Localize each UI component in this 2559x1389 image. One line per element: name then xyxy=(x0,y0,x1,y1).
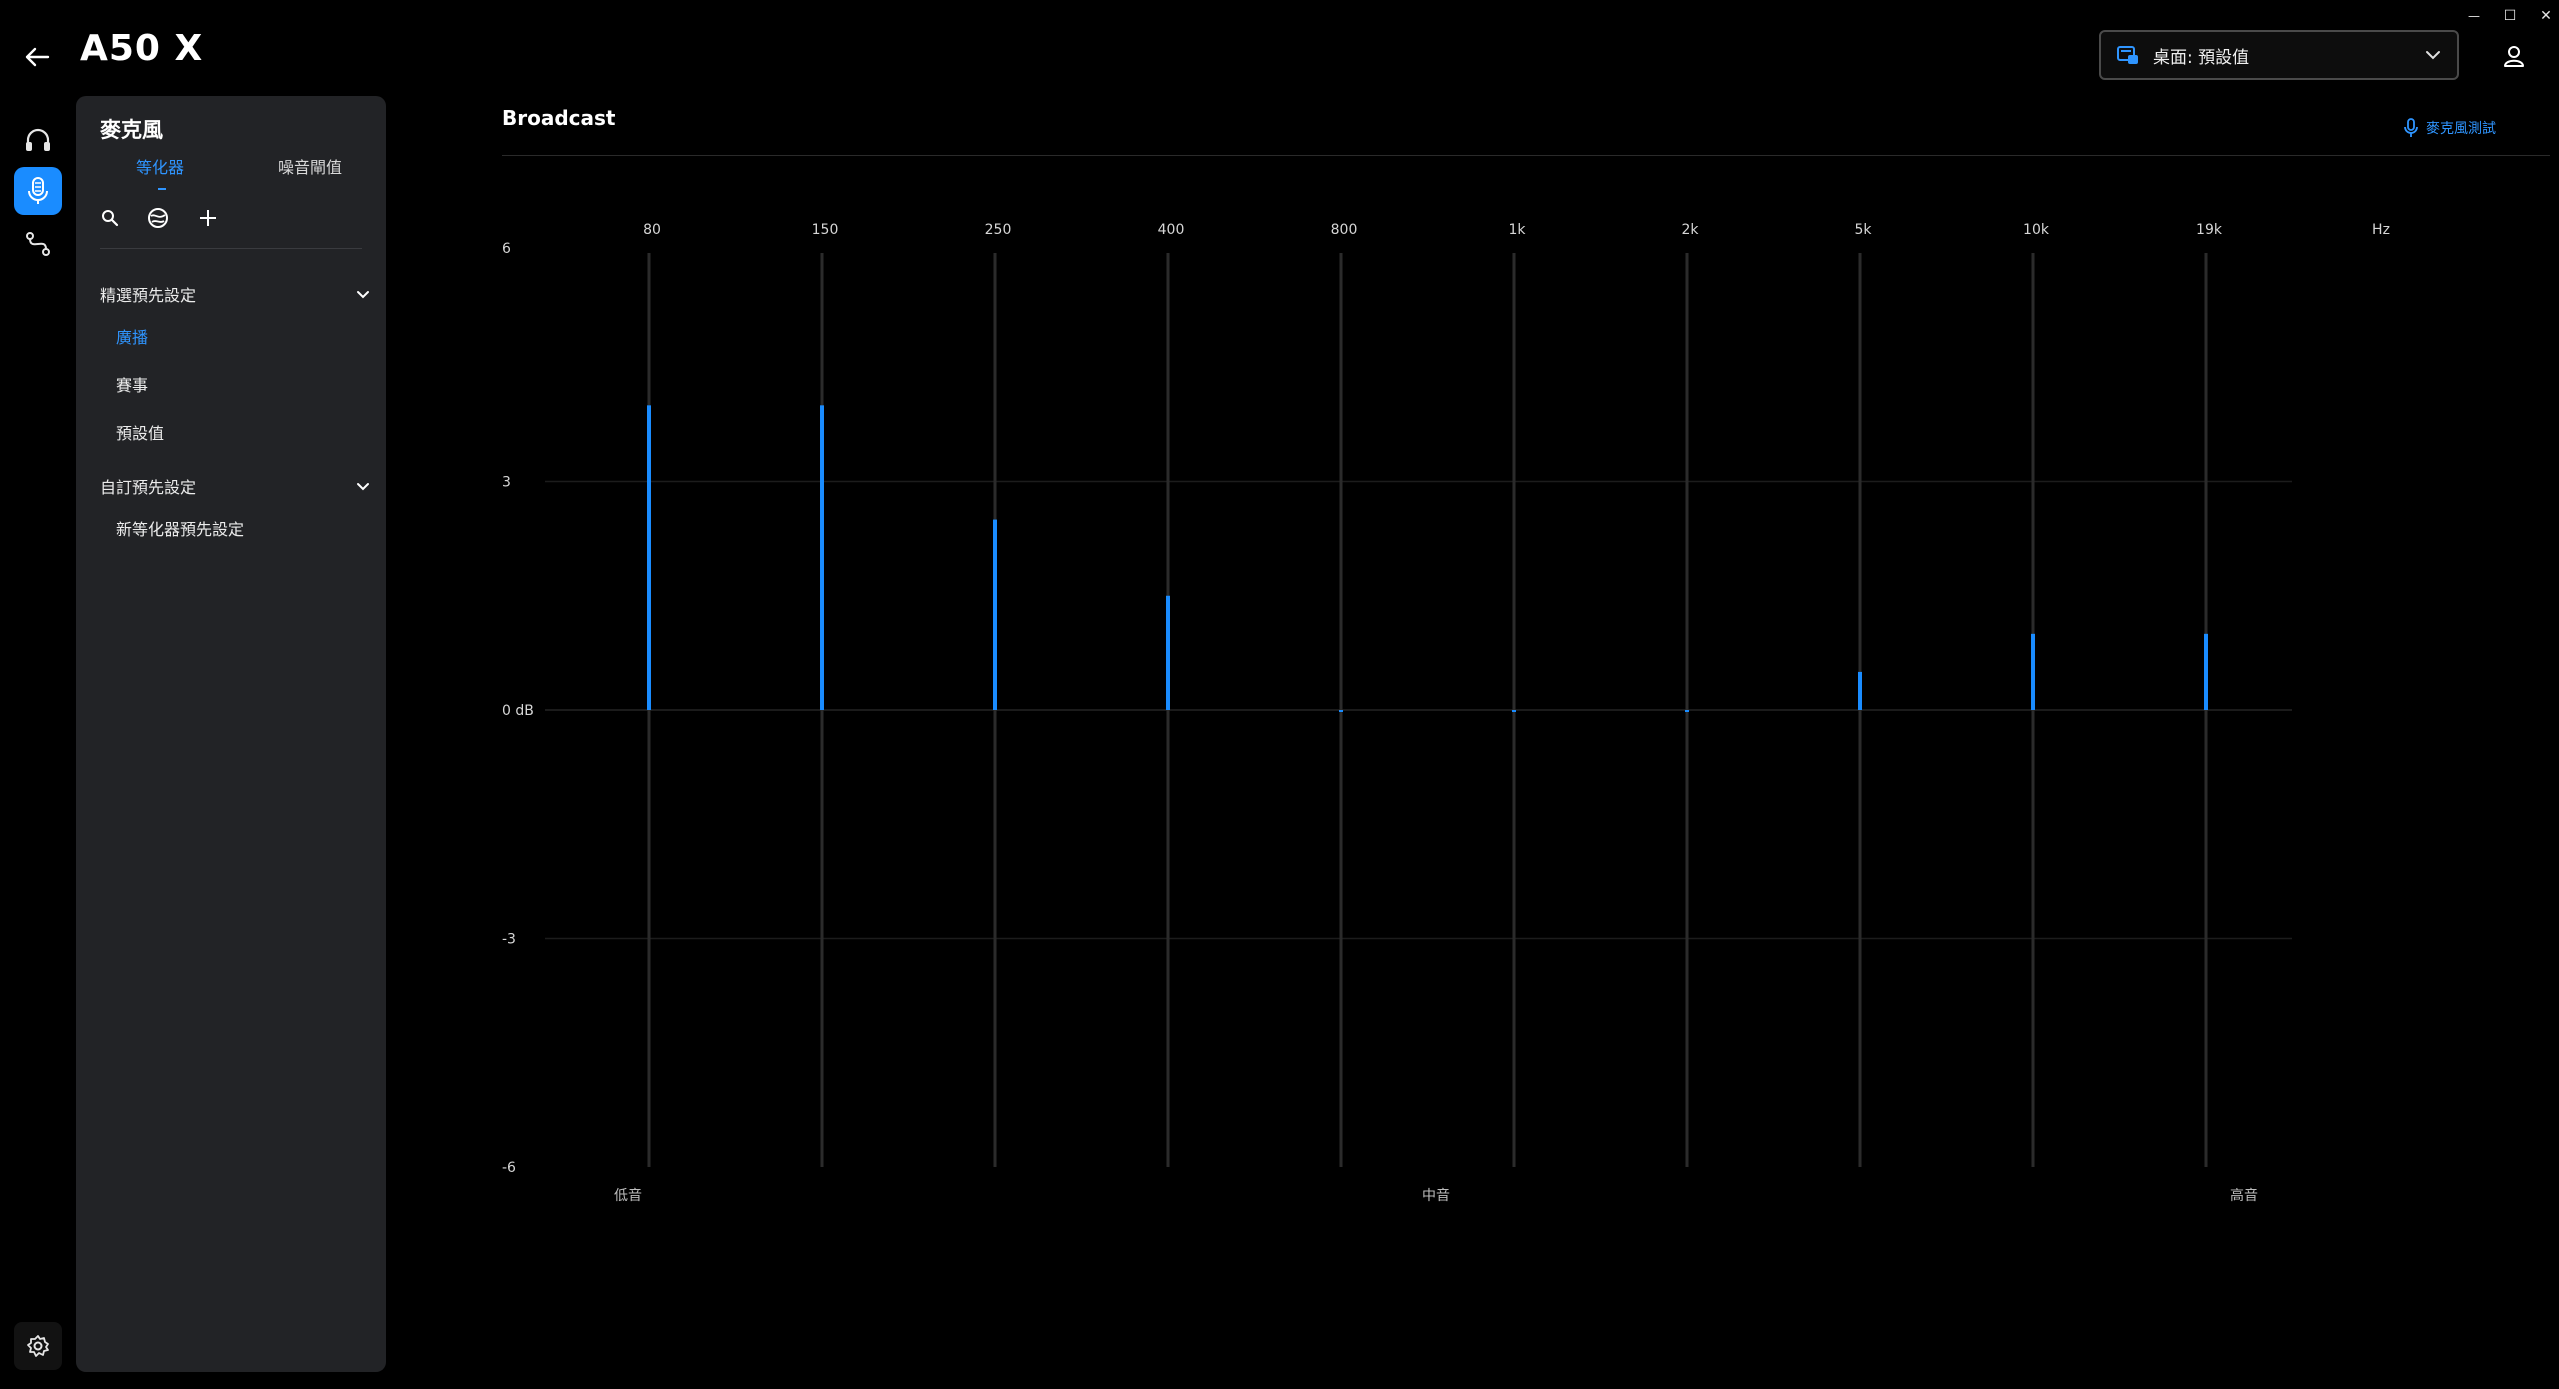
y-tick-label: 0 dB xyxy=(502,703,534,719)
eq-band-level[interactable] xyxy=(1685,710,1689,712)
frequency-label: 2k xyxy=(1681,222,1699,238)
eq-band-level[interactable] xyxy=(820,405,824,710)
treble-label: 高音 xyxy=(2230,1187,2258,1204)
eq-band-level[interactable] xyxy=(1339,710,1343,712)
app-window: — ☐ ✕ A50 X 桌面: 預設值 麥克風 等化器 噪音閘值 精選預先設定 … xyxy=(0,0,2559,1389)
eq-band-level[interactable] xyxy=(1512,710,1516,712)
eq-chart: 6 3 0 dB -3 -6 80 150 250 400 800 1k 2k 5k 10k 19k Hz 低音… xyxy=(502,222,2390,1204)
y-tick-label: 3 xyxy=(502,475,511,491)
frequency-label: 1k xyxy=(1508,222,1526,238)
eq-band-level[interactable] xyxy=(2204,633,2208,710)
frequency-label: 80 xyxy=(643,222,661,238)
bass-label: 低音 xyxy=(614,1187,642,1204)
y-tick-label: -3 xyxy=(502,932,516,948)
frequency-label: 5k xyxy=(1854,222,1872,238)
eq-band-level[interactable] xyxy=(647,405,651,710)
eq-band-level[interactable] xyxy=(1166,595,1170,710)
frequency-label: 10k xyxy=(2023,222,2050,238)
mid-label: 中音 xyxy=(1422,1187,1450,1204)
frequency-label: 400 xyxy=(1158,222,1185,238)
frequency-label: 800 xyxy=(1331,222,1358,238)
eq-band-level[interactable] xyxy=(1858,671,1862,710)
eq-band-level[interactable] xyxy=(2031,633,2035,710)
frequency-label: 19k xyxy=(2196,222,2223,238)
frequency-label: 150 xyxy=(812,222,839,238)
y-tick-label: 6 xyxy=(502,241,511,257)
y-tick-label: -6 xyxy=(502,1160,516,1176)
eq-band-level[interactable] xyxy=(993,519,997,710)
unit-label: Hz xyxy=(2372,222,2390,238)
frequency-label: 250 xyxy=(985,222,1012,238)
